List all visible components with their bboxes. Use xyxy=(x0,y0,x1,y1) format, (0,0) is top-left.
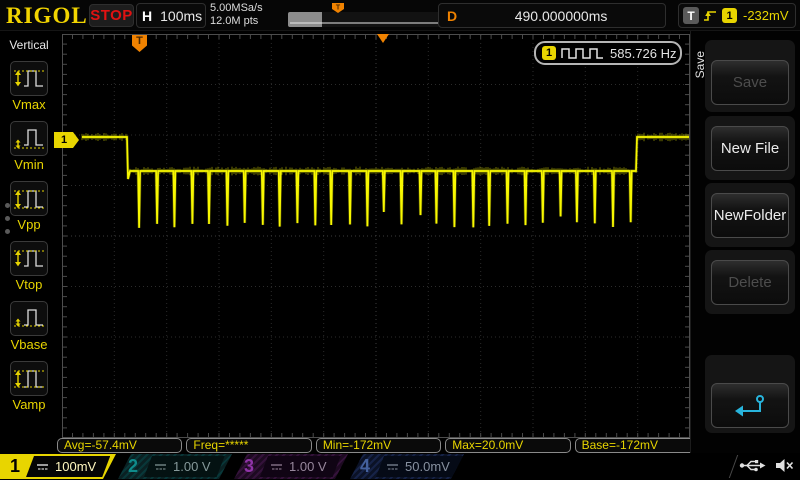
freq-counter-channel-badge: 1 xyxy=(542,46,556,60)
d-label: D xyxy=(447,7,458,24)
vamp-button[interactable] xyxy=(10,361,48,396)
channel3-scale: 1.00 V xyxy=(289,459,327,474)
sidebar-page-dots xyxy=(5,203,10,234)
vpp-icon xyxy=(14,189,44,208)
channel4-badge[interactable]: 4 50.0mV xyxy=(350,454,464,479)
sidebar-item-vmax[interactable]: Vmax xyxy=(0,61,58,112)
channel2-scale: 1.00 V xyxy=(173,459,211,474)
sidebar-item-vtop[interactable]: Vtop xyxy=(0,241,58,292)
vtop-label: Vtop xyxy=(15,277,43,292)
graticule xyxy=(62,34,690,438)
channel1-coupling-icon xyxy=(36,462,49,472)
vmin-label: Vmin xyxy=(14,157,44,172)
vertical-measure-sidebar: Vertical Vmax Vmin Vpp Vtop Vbase Vamp xyxy=(0,31,58,453)
vbase-button[interactable] xyxy=(10,301,48,336)
new-folder-button[interactable]: NewFolder xyxy=(711,193,789,238)
vtop-button[interactable] xyxy=(10,241,48,276)
save-button[interactable]: Save xyxy=(711,60,789,105)
sidebar-item-vbase[interactable]: Vbase xyxy=(0,301,58,352)
waveform-display-area: T 1 585.726 Hz xyxy=(62,34,690,438)
channel2-number: 2 xyxy=(128,456,139,476)
trigger-source-badge: 1 xyxy=(722,8,737,23)
h-label: H xyxy=(142,7,153,24)
measurement-max: Max=20.0mV xyxy=(445,438,571,453)
vamp-label: Vamp xyxy=(12,397,46,412)
brand-logo: RIGOL xyxy=(6,3,88,28)
channel2-badge[interactable]: 2 1.00 V xyxy=(118,454,232,479)
trigger-status-box: T 1 -232mV xyxy=(678,3,796,28)
top-status-bar: RIGOL STOP H 100ms 5.00MSa/s 12.0M pts T… xyxy=(0,0,800,31)
measurement-min: Min=-172mV xyxy=(315,438,442,453)
trigger-delay-value: 490.000000ms xyxy=(514,7,608,24)
frequency-counter: 1 585.726 Hz xyxy=(534,41,682,65)
channel1-scale: 100mV xyxy=(55,459,97,474)
timebase-value: 100ms xyxy=(160,7,203,24)
vpp-button[interactable] xyxy=(10,181,48,216)
vpp-label: Vpp xyxy=(17,217,41,232)
sample-rate: 5.00MSa/s xyxy=(210,2,263,14)
trigger-slope-icon xyxy=(704,11,716,21)
channel-status-bar: 1 100mV 2 1.00 V 3 1.00 V 4 50.0mV xyxy=(0,453,800,480)
trigger-level-value: -232mV xyxy=(743,8,789,23)
measurement-avg: Avg=-57.4mV xyxy=(57,438,183,453)
vmin-icon xyxy=(14,128,44,148)
channel4-scale: 50.0mV xyxy=(405,459,450,474)
measurement-readout-row: Avg=-57.4mV Freq=***** Min=-172mV Max=20… xyxy=(57,438,701,453)
channel2-coupling-icon xyxy=(154,462,167,472)
channel1-badge[interactable]: 1 100mV xyxy=(0,454,116,479)
new-file-button[interactable]: New File xyxy=(711,126,789,171)
memory-depth: 12.0M pts xyxy=(210,15,259,27)
acquisition-info: 5.00MSa/s 12.0M pts xyxy=(210,2,263,28)
delete-button[interactable]: Delete xyxy=(711,260,789,305)
vmax-icon xyxy=(14,69,44,87)
square-wave-icon xyxy=(561,48,603,59)
return-arrow-icon xyxy=(735,394,764,416)
statusbar-divider xyxy=(728,455,739,478)
oscilloscope-screen: RIGOL STOP H 100ms 5.00MSa/s 12.0M pts T… xyxy=(0,0,800,480)
vbase-label: Vbase xyxy=(10,337,48,352)
usb-icon xyxy=(739,460,766,472)
measurement-base: Base=-172mV xyxy=(574,438,701,453)
back-button[interactable] xyxy=(711,383,789,428)
trigger-delay-box: D 490.000000ms xyxy=(438,3,666,28)
channel3-number: 3 xyxy=(244,456,255,476)
vmax-button[interactable] xyxy=(10,61,48,96)
channel4-coupling-icon xyxy=(386,462,399,472)
sidebar-title: Vertical xyxy=(9,38,49,52)
vtop-icon xyxy=(14,249,44,267)
svg-text:T: T xyxy=(336,5,341,12)
channel3-badge[interactable]: 3 1.00 V xyxy=(234,454,348,479)
measurement-freq: Freq=***** xyxy=(186,438,312,453)
vbase-icon xyxy=(14,308,44,326)
memory-center-marker xyxy=(377,34,389,43)
horizontal-timebase-box: H 100ms xyxy=(136,3,206,28)
t-label: T xyxy=(683,7,699,24)
sidebar-item-vamp[interactable]: Vamp xyxy=(0,361,58,412)
channel3-coupling-icon xyxy=(270,462,283,472)
run-state-label: STOP xyxy=(90,7,133,24)
channel4-number: 4 xyxy=(360,456,371,476)
speaker-mute-icon xyxy=(776,459,794,472)
vamp-icon xyxy=(14,369,44,388)
vmax-label: Vmax xyxy=(12,97,46,112)
run-state-badge[interactable]: STOP xyxy=(89,4,134,27)
softkey-menu: Save Save New File NewFolder Delete xyxy=(690,31,800,453)
sidebar-item-vmin[interactable]: Vmin xyxy=(0,121,58,172)
vmin-button[interactable] xyxy=(10,121,48,156)
freq-counter-value: 585.726 Hz xyxy=(610,45,677,61)
channel1-number: 1 xyxy=(10,456,21,476)
